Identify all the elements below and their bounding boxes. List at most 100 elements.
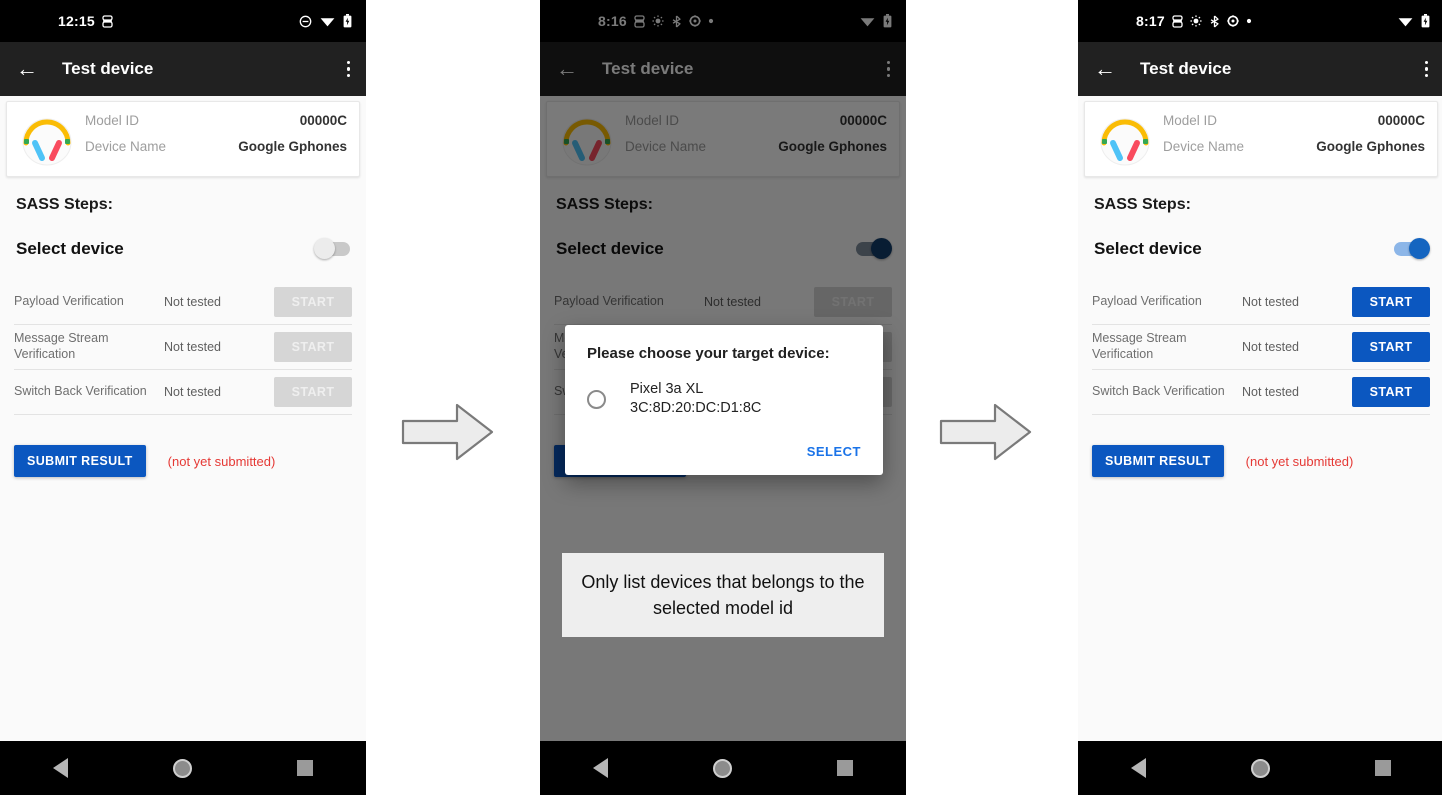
test-status: Not tested: [164, 295, 221, 309]
nav-home-icon[interactable]: [1250, 758, 1270, 778]
nav-back-icon[interactable]: [592, 758, 608, 778]
dot-icon: [1246, 18, 1252, 24]
test-status: Not tested: [1242, 340, 1299, 354]
test-name: Switch Back Verification: [1092, 384, 1225, 399]
nav-back-icon[interactable]: [52, 758, 68, 778]
back-arrow-icon[interactable]: ←: [1094, 58, 1120, 80]
start-button[interactable]: START: [1352, 332, 1430, 362]
device-option-row[interactable]: Pixel 3a XL 3C:8D:20:DC:D1:8C: [587, 380, 861, 418]
overflow-menu-icon[interactable]: [1424, 60, 1428, 78]
panel-body: SASS Steps: Select device Payload Verifi…: [0, 177, 366, 477]
phone-panel-selected: 8:17 ← Test device Model ID 00000C Devic…: [1078, 0, 1442, 795]
device-card-rows: Model ID 00000C Device Name Google Gphon…: [85, 113, 347, 165]
nav-recents-icon[interactable]: [297, 760, 314, 776]
test-name: Payload Verification: [1092, 294, 1202, 309]
test-status: Not tested: [164, 385, 221, 399]
overflow-menu-icon[interactable]: [346, 60, 350, 78]
status-bar-clock: 8:17: [1136, 13, 1165, 29]
start-button[interactable]: START: [274, 332, 352, 362]
app-bar: ← Test device: [1078, 42, 1442, 96]
select-device-label: Select device: [16, 239, 124, 258]
model-id-label: Model ID: [85, 113, 140, 128]
bluetooth-scan-icon: [1209, 15, 1220, 28]
nav-recents-icon[interactable]: [837, 760, 854, 776]
start-button[interactable]: START: [1352, 377, 1430, 407]
table-row: Switch Back Verification Not tested STAR…: [1092, 370, 1430, 415]
status-bar: 8:17: [1078, 0, 1442, 42]
submit-result-button[interactable]: SUBMIT RESULT: [14, 445, 146, 477]
dialog-select-button[interactable]: SELECT: [807, 444, 861, 459]
device-card-row: Device Name Google Gphones: [85, 139, 347, 165]
nav-back-icon[interactable]: [1130, 758, 1146, 778]
device-card-rows: Model ID 00000C Device Name Google Gphon…: [1163, 113, 1425, 165]
submit-status-note: (not yet submitted): [1245, 453, 1354, 469]
test-name: Message Stream Verification: [1092, 331, 1187, 361]
start-button[interactable]: START: [1352, 287, 1430, 317]
device-option-name: Pixel 3a XL: [630, 381, 704, 397]
table-row: Message Stream Verification Not tested S…: [1092, 325, 1430, 370]
device-name-label: Device Name: [85, 139, 167, 154]
nav-home-icon[interactable]: [712, 758, 732, 778]
device-card-wrap: Model ID 00000C Device Name Google Gphon…: [0, 96, 366, 177]
panel-body: SASS Steps: Select device Payload Verifi…: [1078, 177, 1442, 477]
test-status: Not tested: [1242, 385, 1299, 399]
battery-icon: [1421, 14, 1430, 28]
select-device-toggle[interactable]: [314, 238, 350, 259]
test-name: Switch Back Verification: [14, 384, 147, 399]
select-device-row: Select device: [16, 234, 350, 264]
choose-device-dialog: Please choose your target device: Pixel …: [565, 325, 883, 476]
device-name-value: Google Gphones: [238, 139, 347, 154]
test-name: Message Stream Verification: [14, 331, 109, 361]
headphones-icon: [17, 110, 77, 168]
sync-icon: [1190, 15, 1202, 27]
test-list: Payload Verification Not tested START Me…: [14, 280, 352, 415]
dialog-actions: SELECT: [587, 444, 861, 465]
sass-steps-title: SASS Steps:: [16, 196, 113, 213]
android-debug-icon: [1172, 14, 1183, 28]
start-button[interactable]: START: [274, 287, 352, 317]
page-title: Test device: [62, 59, 154, 78]
device-option-text: Pixel 3a XL 3C:8D:20:DC:D1:8C: [630, 380, 761, 418]
table-row: Payload Verification Not tested START: [14, 280, 352, 325]
status-bar-left: 8:17: [1136, 13, 1252, 29]
phone-panel-dialog: 8:16: [540, 0, 906, 795]
table-row: Message Stream Verification Not tested S…: [14, 325, 352, 370]
android-debug-icon: [102, 14, 113, 28]
test-list: Payload Verification Not tested START Me…: [1092, 280, 1430, 415]
annotation-note: Only list devices that belongs to the se…: [562, 553, 884, 638]
back-arrow-icon[interactable]: ←: [16, 58, 42, 80]
battery-icon: [343, 14, 352, 28]
screenshot-stage: 12:15 ← Test device Model ID 00000C Devi…: [0, 0, 1442, 795]
status-bar-right: [299, 14, 352, 28]
wifi-icon: [1398, 15, 1413, 27]
select-device-toggle[interactable]: [1394, 238, 1430, 259]
page-title: Test device: [1140, 59, 1232, 78]
device-option-address: 3C:8D:20:DC:D1:8C: [630, 400, 762, 417]
device-name-label: Device Name: [1163, 139, 1245, 154]
sass-steps-title: SASS Steps:: [1094, 196, 1191, 213]
nav-home-icon[interactable]: [172, 758, 192, 778]
select-device-row: Select device: [1094, 234, 1430, 264]
device-card: Model ID 00000C Device Name Google Gphon…: [6, 101, 360, 177]
status-bar-right: [1398, 14, 1430, 28]
flow-arrow-2: [937, 400, 1034, 469]
phone-panel-initial: 12:15 ← Test device Model ID 00000C Devi…: [0, 0, 366, 795]
device-card: Model ID 00000C Device Name Google Gphon…: [1084, 101, 1438, 177]
submit-row: SUBMIT RESULT (not yet submitted): [14, 445, 352, 477]
navigation-bar: [0, 741, 366, 795]
navigation-bar: [1078, 741, 1442, 795]
dialog-title: Please choose your target device:: [587, 345, 830, 362]
device-card-row: Model ID 00000C: [1163, 113, 1425, 139]
radio-button-icon[interactable]: [587, 389, 606, 409]
test-status: Not tested: [1242, 295, 1299, 309]
select-device-label: Select device: [1094, 239, 1202, 258]
start-button[interactable]: START: [274, 377, 352, 407]
submit-result-button[interactable]: SUBMIT RESULT: [1092, 445, 1224, 477]
device-card-row: Model ID 00000C: [85, 113, 347, 139]
device-card-wrap: Model ID 00000C Device Name Google Gphon…: [1078, 96, 1442, 177]
headphones-icon: [1095, 110, 1155, 168]
flow-arrow-1: [399, 400, 496, 469]
nav-recents-icon[interactable]: [1375, 760, 1392, 776]
test-status: Not tested: [164, 340, 221, 354]
navigation-bar: [540, 741, 906, 795]
